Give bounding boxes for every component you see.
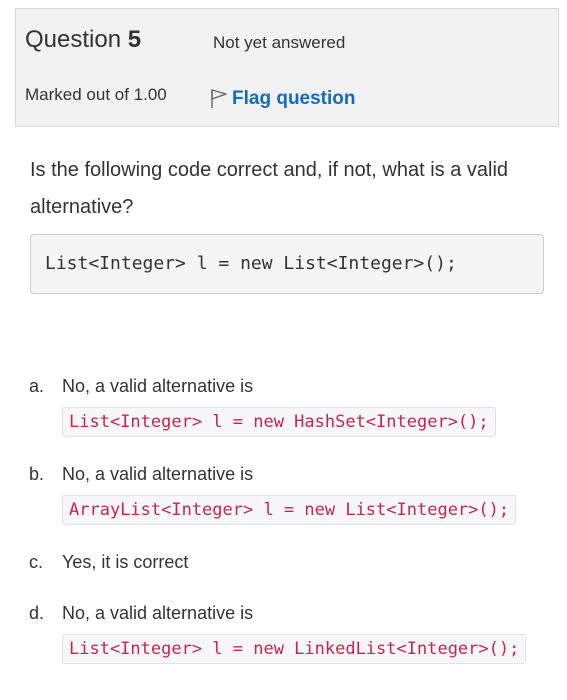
option-letter: b. (29, 464, 45, 484)
flag-question-label[interactable]: Flag question (232, 88, 356, 110)
option-letter: c. (29, 552, 44, 572)
question-text: Is the following code correct and, if no… (30, 159, 509, 218)
question-code-block: List<Integer> l = new List<Integer>(); (30, 234, 544, 294)
question-label: Question (25, 26, 122, 53)
option-letter: d. (29, 603, 45, 623)
option-code: List<Integer> l = new HashSet<Integer>()… (62, 407, 496, 437)
option-code: List<Integer> l = new LinkedList<Integer… (62, 634, 527, 664)
question-number-heading: Question 5 (25, 25, 141, 55)
flag-icon (209, 82, 232, 115)
option-text: No, a valid alternative is (62, 603, 254, 623)
option-text: No, a valid alternative is (62, 376, 254, 396)
question-number: 5 (127, 26, 142, 53)
flag-question-link[interactable]: Flag question (209, 82, 356, 115)
question-grade: Marked out of 1.00 (25, 85, 167, 104)
option-text: No, a valid alternative is (62, 464, 254, 484)
option-text: Yes, it is correct (62, 552, 189, 572)
option-code: ArrayList<Integer> l = new List<Integer>… (62, 495, 517, 525)
question-state: Not yet answered (213, 33, 346, 52)
question-info-box: Question 5 Not yet answered Marked out o… (15, 8, 559, 127)
option-letter: a. (29, 376, 45, 396)
